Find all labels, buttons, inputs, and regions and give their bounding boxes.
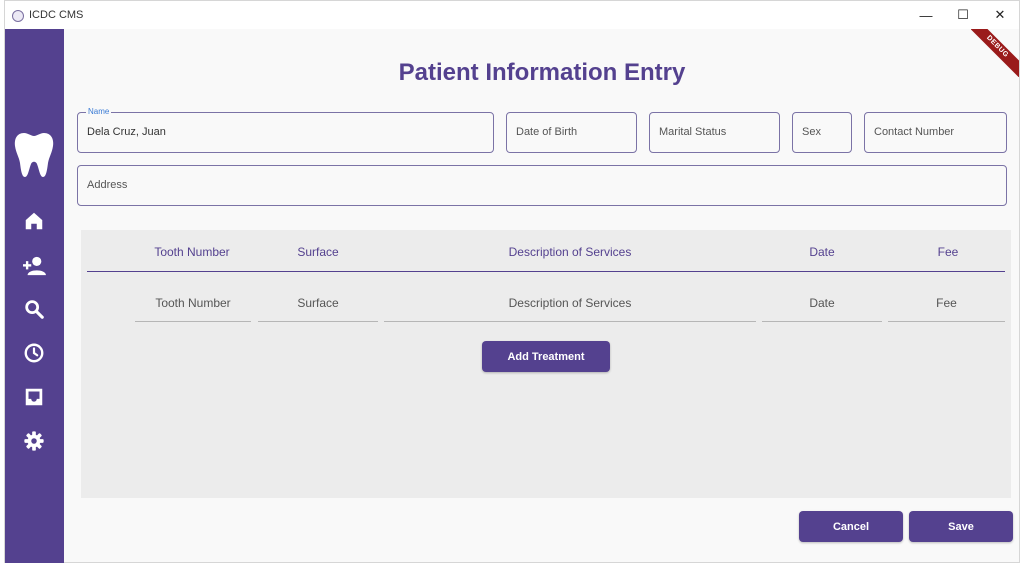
address-field[interactable]: Address: [77, 165, 1007, 206]
tooth-icon: [14, 133, 54, 177]
description-input[interactable]: Description of Services: [384, 290, 756, 322]
description-placeholder: Description of Services: [508, 296, 632, 310]
sidebar-item-history[interactable]: [22, 341, 46, 365]
home-icon: [25, 212, 43, 230]
app-title: ICDC CMS: [29, 9, 84, 21]
app-window: ICDC CMS — ☐ ✕ DEBUG Patient Information…: [4, 0, 1020, 563]
column-header-description: Description of Services: [508, 245, 632, 259]
sidebar-item-add-patient[interactable]: [22, 254, 46, 278]
marital-status-placeholder: Marital Status: [659, 126, 727, 138]
tooth-number-input[interactable]: Tooth Number: [135, 290, 251, 322]
cancel-button[interactable]: Cancel: [799, 511, 903, 542]
sidebar-item-inbox[interactable]: [22, 385, 46, 409]
close-button[interactable]: ✕: [985, 5, 1015, 25]
main-content: Patient Information Entry Name Dela Cruz…: [64, 29, 1020, 563]
date-of-birth-placeholder: Date of Birth: [516, 126, 578, 138]
date-placeholder: Date: [809, 296, 835, 310]
surface-placeholder: Surface: [297, 296, 339, 310]
title-bar: ICDC CMS — ☐ ✕: [5, 1, 1019, 29]
fee-placeholder: Fee: [936, 296, 957, 310]
minimize-button[interactable]: —: [911, 5, 941, 25]
sex-placeholder: Sex: [802, 126, 821, 138]
inbox-icon: [25, 388, 43, 406]
column-header-surface: Surface: [297, 245, 339, 259]
date-input[interactable]: Date: [762, 290, 882, 322]
contact-number-field[interactable]: Contact Number: [864, 112, 1007, 153]
search-icon: [25, 300, 44, 319]
sidebar-item-search[interactable]: [22, 297, 46, 321]
page-title: Patient Information Entry: [398, 59, 686, 86]
contact-number-placeholder: Contact Number: [874, 126, 955, 138]
date-of-birth-field[interactable]: Date of Birth: [506, 112, 637, 153]
clock-icon: [24, 343, 44, 363]
name-field-label: Name: [86, 107, 112, 117]
sex-field[interactable]: Sex: [792, 112, 852, 153]
tooth-number-placeholder: Tooth Number: [155, 296, 231, 310]
address-placeholder: Address: [87, 179, 128, 191]
maximize-button[interactable]: ☐: [948, 5, 978, 25]
sidebar-item-settings[interactable]: [22, 429, 46, 453]
save-button[interactable]: Save: [909, 511, 1013, 542]
name-field[interactable]: Name Dela Cruz, Juan: [77, 107, 494, 153]
fee-input[interactable]: Fee: [888, 290, 1005, 322]
person-add-icon: [23, 256, 46, 276]
app-logo-icon: [12, 10, 24, 22]
column-header-tooth-number: Tooth Number: [154, 245, 230, 259]
marital-status-field[interactable]: Marital Status: [649, 112, 780, 153]
add-treatment-button[interactable]: Add Treatment: [482, 341, 610, 372]
surface-input[interactable]: Surface: [258, 290, 378, 322]
name-field-value: Dela Cruz, Juan: [87, 126, 166, 138]
gear-icon: [24, 431, 44, 451]
table-header-divider: [87, 271, 1005, 272]
column-header-date: Date: [809, 245, 835, 259]
treatment-panel: Tooth Number Surface Description of Serv…: [81, 230, 1011, 498]
sidebar: [5, 29, 64, 563]
column-header-fee: Fee: [937, 245, 959, 259]
sidebar-item-home[interactable]: [22, 209, 46, 233]
